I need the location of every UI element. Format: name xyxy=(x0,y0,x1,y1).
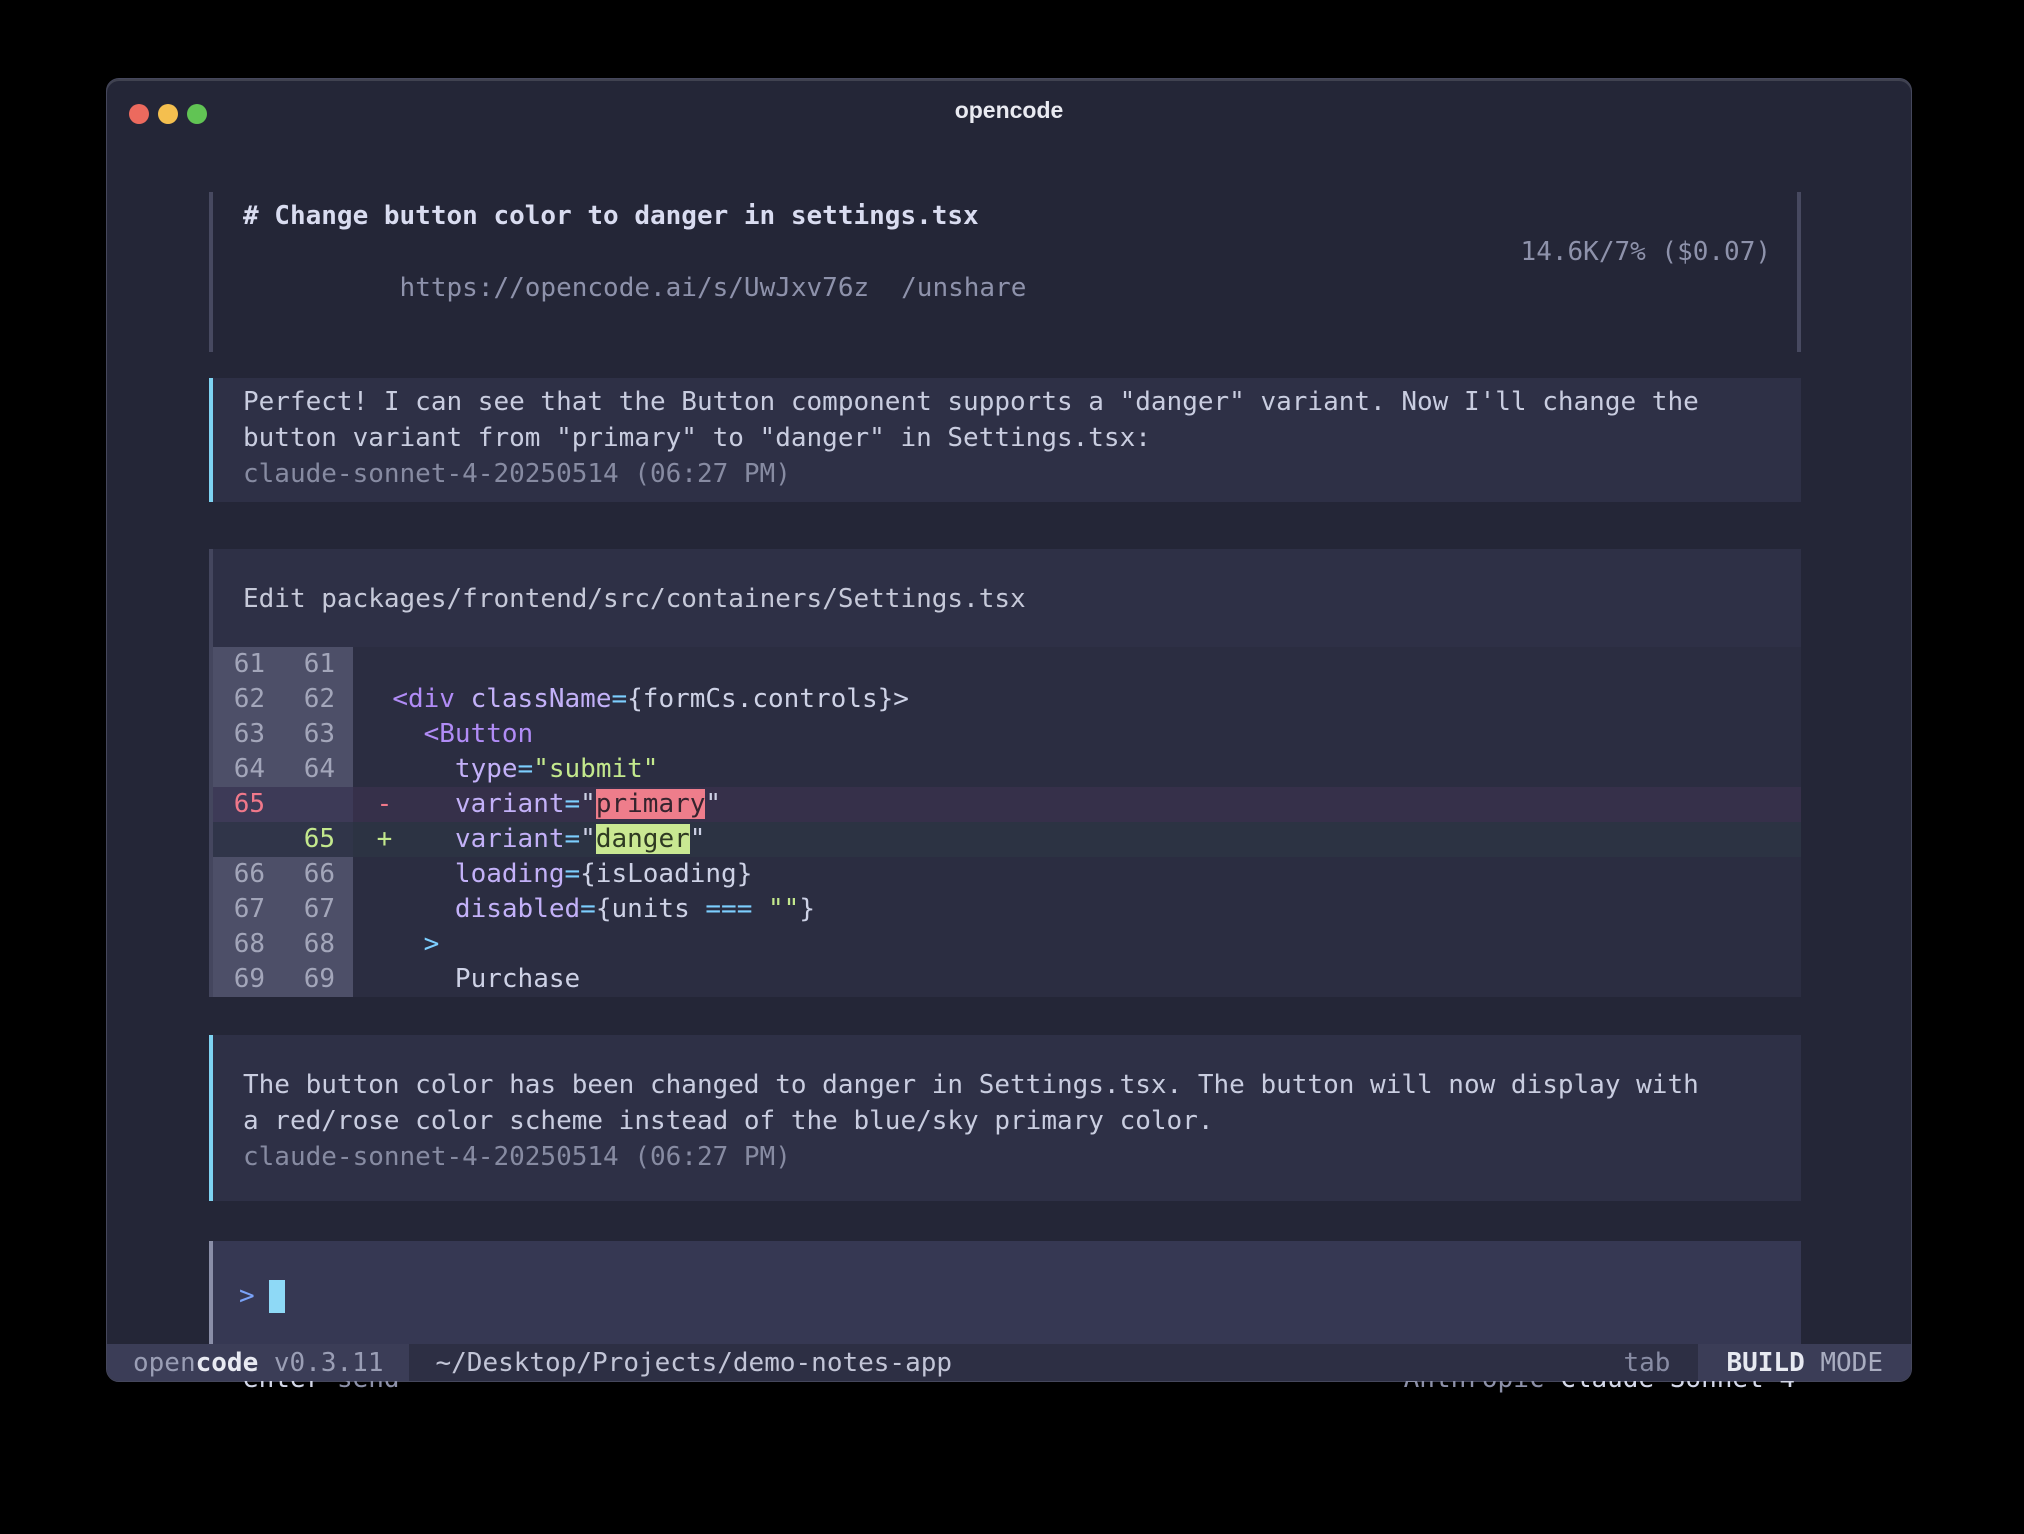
mode-secondary: MODE xyxy=(1820,1348,1883,1378)
line-number-new: 68 xyxy=(283,927,353,962)
diff-code-line: + variant="danger" xyxy=(353,822,1801,857)
diff-row: 6969 Purchase xyxy=(213,962,1801,997)
line-number-old: 67 xyxy=(213,892,283,927)
opencode-window: opencode # Change button color to danger… xyxy=(106,78,1912,1382)
diff-code-line: > xyxy=(353,927,1801,962)
diff-code-line: loading={isLoading} xyxy=(353,857,1801,892)
diff-row: 65 + variant="danger" xyxy=(213,822,1801,857)
diff-row: 6666 loading={isLoading} xyxy=(213,857,1801,892)
line-number-new: 69 xyxy=(283,962,353,997)
diff-code-line: - variant="primary" xyxy=(353,787,1801,822)
line-number-old: 65 xyxy=(213,787,283,822)
app-version: v0.3.11 xyxy=(258,1348,383,1378)
message-line: button variant from "primary" to "danger… xyxy=(243,420,1771,456)
line-number-old: 68 xyxy=(213,927,283,962)
session-content: # Change button color to danger in setti… xyxy=(209,192,1801,1397)
status-left: opencode v0.3.11 ~/Desktop/Projects/demo… xyxy=(107,1344,952,1381)
diff-row: 6161 xyxy=(213,647,1801,682)
assistant-message-text: The button color has been changed to dan… xyxy=(243,1067,1771,1139)
session-meta-row: https://opencode.ai/s/UwJxv76z/unshare 1… xyxy=(243,234,1771,342)
line-number-new: 67 xyxy=(283,892,353,927)
working-directory: ~/Desktop/Projects/demo-notes-app xyxy=(435,1344,952,1381)
line-number-old: 62 xyxy=(213,682,283,717)
title-bar: opencode xyxy=(107,79,1911,141)
close-button[interactable] xyxy=(129,104,149,124)
session-header: # Change button color to danger in setti… xyxy=(209,192,1801,352)
line-number-new: 64 xyxy=(283,752,353,787)
diff-row: 65 - variant="primary" xyxy=(213,787,1801,822)
text-cursor xyxy=(269,1280,285,1313)
diff-code-line: Purchase xyxy=(353,962,1801,997)
unshare-command[interactable]: /unshare xyxy=(901,273,1026,303)
message-line: a red/rose color scheme instead of the b… xyxy=(243,1103,1771,1139)
line-number-new: 63 xyxy=(283,717,353,752)
prompt-input[interactable]: > xyxy=(209,1241,1801,1351)
prompt-symbol: > xyxy=(239,1281,255,1311)
line-number-new: 62 xyxy=(283,682,353,717)
edit-tool-block: Edit packages/frontend/src/containers/Se… xyxy=(209,549,1801,997)
app-version-chip: opencode v0.3.11 xyxy=(107,1344,409,1381)
edit-tool-title: Edit packages/frontend/src/containers/Se… xyxy=(213,549,1801,647)
app-name-light: open xyxy=(133,1348,196,1378)
message-model-meta: claude-sonnet-4-20250514 (06:27 PM) xyxy=(243,456,1771,492)
edit-file-path: packages/frontend/src/containers/Setting… xyxy=(321,584,1025,614)
diff-row: 6464 type="submit" xyxy=(213,752,1801,787)
diff-code-line xyxy=(353,647,1801,682)
line-number-old xyxy=(213,822,283,857)
message-line: Perfect! I can see that the Button compo… xyxy=(243,384,1771,420)
share-info: https://opencode.ai/s/UwJxv76z/unshare xyxy=(243,234,1026,342)
line-number-old: 63 xyxy=(213,717,283,752)
assistant-message-1: Perfect! I can see that the Button compo… xyxy=(209,378,1801,502)
line-number-old: 61 xyxy=(213,647,283,682)
minimize-button[interactable] xyxy=(158,104,178,124)
tab-key-hint: tab xyxy=(1623,1344,1670,1381)
status-right: tab BUILD MODE xyxy=(1623,1344,1911,1381)
traffic-lights xyxy=(129,104,207,124)
diff-code-line: disabled={units === ""} xyxy=(353,892,1801,927)
mode-primary: BUILD xyxy=(1726,1348,1820,1378)
assistant-message-text: Perfect! I can see that the Button compo… xyxy=(243,384,1771,456)
message-line: The button color has been changed to dan… xyxy=(243,1067,1771,1103)
line-number-old: 69 xyxy=(213,962,283,997)
status-bar: opencode v0.3.11 ~/Desktop/Projects/demo… xyxy=(107,1344,1911,1381)
window-title: opencode xyxy=(107,79,1911,141)
line-number-new: 66 xyxy=(283,857,353,892)
token-usage: 14.6K/7% ($0.07) xyxy=(1521,234,1771,342)
diff-row: 6868 > xyxy=(213,927,1801,962)
assistant-message-2: The button color has been changed to dan… xyxy=(209,1035,1801,1201)
line-number-new: 65 xyxy=(283,822,353,857)
share-url[interactable]: https://opencode.ai/s/UwJxv76z xyxy=(400,273,870,303)
session-title: # Change button color to danger in setti… xyxy=(243,198,1771,234)
diff-code-line: <Button xyxy=(353,717,1801,752)
diff-row: 6262 <div className={formCs.controls}> xyxy=(213,682,1801,717)
line-number-old: 64 xyxy=(213,752,283,787)
diff-row: 6767 disabled={units === ""} xyxy=(213,892,1801,927)
zoom-button[interactable] xyxy=(187,104,207,124)
diff-row: 6363 <Button xyxy=(213,717,1801,752)
line-number-new xyxy=(283,787,353,822)
line-number-old: 66 xyxy=(213,857,283,892)
edit-action: Edit xyxy=(243,584,306,614)
app-name-bold: code xyxy=(196,1348,259,1378)
diff-code-line: <div className={formCs.controls}> xyxy=(353,682,1801,717)
mode-chip[interactable]: BUILD MODE xyxy=(1698,1344,1911,1381)
line-number-new: 61 xyxy=(283,647,353,682)
diff-view: 61616262 <div className={formCs.controls… xyxy=(213,647,1801,997)
diff-code-line: type="submit" xyxy=(353,752,1801,787)
message-model-meta: claude-sonnet-4-20250514 (06:27 PM) xyxy=(243,1139,1771,1175)
